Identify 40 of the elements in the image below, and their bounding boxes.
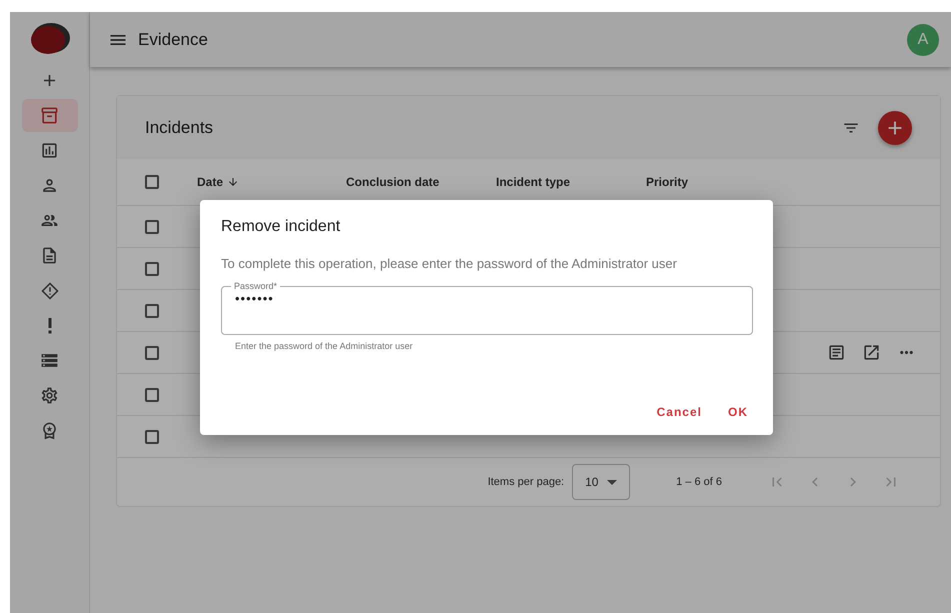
sort-arrow-icon [227,176,240,188]
column-header[interactable]: Conclusion date [346,175,496,189]
field-hint: Enter the password of the Administrator user [235,341,414,351]
sidebar-item[interactable] [22,99,78,132]
award-icon [40,421,59,440]
ok-button[interactable]: OK [728,403,748,421]
row-checkbox[interactable] [145,346,159,360]
settings-icon [40,386,59,405]
cancel-button[interactable]: Cancel [656,403,702,421]
row-checkbox[interactable] [145,304,159,318]
chart-icon [40,141,59,160]
row-checkbox[interactable] [145,430,159,444]
row-checkbox[interactable] [145,220,159,234]
open-external-icon[interactable] [862,343,881,362]
items-per-page-label: Items per page: [488,476,564,488]
page-size-select[interactable]: 10 [572,464,630,500]
dropdown-icon [607,480,618,484]
page-range: 1 – 6 of 6 [676,476,722,488]
row-checkbox[interactable] [145,262,159,276]
column-header[interactable]: Incident type [496,175,646,189]
add-button[interactable] [878,110,912,144]
card-title: Incidents [145,118,214,138]
column-header[interactable]: Date [197,175,346,189]
select-all-checkbox[interactable] [145,175,159,189]
column-header[interactable]: Priority [646,175,940,189]
person-icon [40,176,59,195]
dialog-title: Remove incident [221,218,342,236]
archive-icon [40,106,59,125]
server-icon [40,351,59,370]
page-title: Evidence [138,30,209,50]
field-label: Password* [233,281,278,291]
document-icon[interactable] [827,343,846,362]
exclamation-icon [48,318,52,334]
diamond-warning-icon [40,282,58,300]
row-checkbox[interactable] [145,388,159,402]
logo-icon [28,22,70,56]
document-icon [40,246,59,265]
password-value: ••••••• [235,291,274,306]
dialog-message: To complete this operation, please enter the password of the Administrator user [221,256,678,271]
password-field[interactable]: Password* ••••••• [221,281,753,335]
